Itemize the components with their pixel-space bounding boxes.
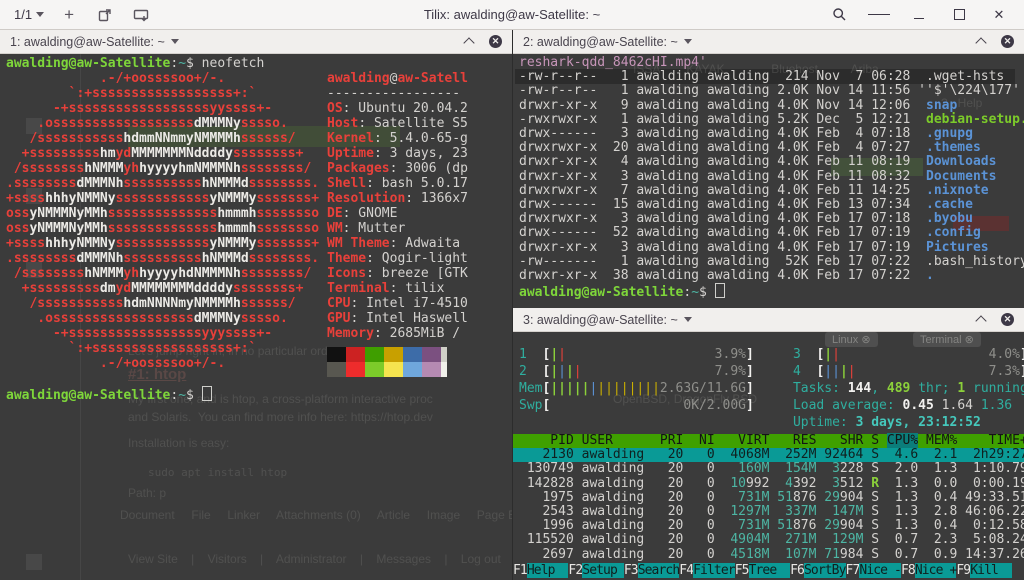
restore-button[interactable] xyxy=(948,4,970,26)
pane1-terminal-output[interactable]: awalding@aw-Satellite:~$ neofetch .-/+oo… xyxy=(0,56,319,403)
palette-swatch xyxy=(365,347,384,362)
palette-swatch xyxy=(403,362,422,377)
bleedthrough-shape xyxy=(26,554,42,570)
new-session-button[interactable]: + xyxy=(58,4,80,26)
window-title: Tilix: awalding@aw-Satellite: ~ xyxy=(214,7,810,22)
session-counter-dropdown[interactable]: 1/1 xyxy=(14,7,44,22)
palette-swatch xyxy=(384,362,403,377)
pane1-title: 1: awalding@aw-Satellite: ~ xyxy=(10,35,165,49)
bleedthrough-text: Linux ⊗ xyxy=(825,332,878,347)
palette-swatch xyxy=(346,347,365,362)
pane3-title-dropdown-icon[interactable] xyxy=(684,317,692,322)
palette-swatch xyxy=(384,347,403,362)
pane3-title: 3: awalding@aw-Satellite: ~ xyxy=(523,313,678,327)
bleedthrough-text: View Site | Visitors | Administrator | M… xyxy=(128,552,501,566)
chevron-down-icon xyxy=(36,12,44,17)
session-counter-label: 1/1 xyxy=(14,7,32,22)
minimize-button[interactable] xyxy=(908,4,930,26)
move-terminal-icon[interactable] xyxy=(130,4,152,26)
palette-swatch xyxy=(403,347,422,362)
palette-swatch xyxy=(327,347,346,362)
pane2-terminal-output[interactable]: reshark-qdd_8462cHI.mp4'-rw-r--r-- 1 awa… xyxy=(513,56,1024,300)
palette-swatch xyxy=(327,362,346,377)
bleedthrough-text: Document File Linker Attachments (0) Art… xyxy=(120,508,512,522)
palette-swatch xyxy=(365,362,384,377)
bleedthrough-text: Installation is easy: xyxy=(128,436,229,450)
palette-swatch xyxy=(422,362,441,377)
menu-icon[interactable] xyxy=(868,4,890,26)
pane2-header[interactable]: 2: awalding@aw-Satellite: ~ ✕ xyxy=(513,30,1024,54)
pane2-maximize-icon[interactable] xyxy=(975,37,986,48)
search-icon[interactable] xyxy=(828,4,850,26)
pane2-title-dropdown-icon[interactable] xyxy=(684,39,692,44)
bleedthrough-text: Path: p xyxy=(128,486,166,500)
pane3-header[interactable]: 3: awalding@aw-Satellite: ~ ✕ xyxy=(513,308,1024,332)
bleedthrough-text: and Solaris. You can find more info here… xyxy=(128,410,433,424)
open-new-window-icon[interactable] xyxy=(94,4,116,26)
pane3-close-icon[interactable]: ✕ xyxy=(1001,313,1014,326)
tilix-window: 1/1 + Tilix: awalding@aw-Satellite: ~ xyxy=(0,0,1024,580)
htop-process-table[interactable]: PID USER PRI NI VIRT RES SHR S CPU% MEM%… xyxy=(513,434,1024,562)
terminal-pane-3[interactable]: 3: awalding@aw-Satellite: ~ ✕ Linux ⊗ Ter… xyxy=(512,308,1024,580)
pane2-close-icon[interactable]: ✕ xyxy=(1001,35,1014,48)
pane1-maximize-icon[interactable] xyxy=(463,37,474,48)
terminal-pane-1[interactable]: 1: awalding@aw-Satellite: ~ ✕ Let's jump… xyxy=(0,30,512,580)
pane2-title: 2: awalding@aw-Satellite: ~ xyxy=(523,35,678,49)
pane1-header[interactable]: 1: awalding@aw-Satellite: ~ ✕ xyxy=(0,30,512,54)
neofetch-color-palette xyxy=(327,347,447,377)
terminal-pane-2[interactable]: 2: awalding@aw-Satellite: ~ ✕ ISSA KAYAK… xyxy=(512,30,1024,308)
pane1-title-dropdown-icon[interactable] xyxy=(171,39,179,44)
pane3-maximize-icon[interactable] xyxy=(975,315,986,326)
close-button[interactable]: ✕ xyxy=(988,4,1010,26)
htop-meters: 1 [|| 3.9%] 3 [|| 4.0%]2 [|||| 7.9%] 4 [… xyxy=(513,346,1024,431)
palette-swatch xyxy=(441,347,447,362)
palette-swatch xyxy=(441,362,447,377)
neofetch-system-info: awalding@aw-Satell-----------------OS: U… xyxy=(321,71,468,341)
htop-function-key-bar[interactable]: F1Help F2Setup F3SearchF4FilterF5Tree F6… xyxy=(513,563,1024,578)
bleedthrough-text: Terminal ⊗ xyxy=(913,332,981,347)
palette-swatch xyxy=(422,347,441,362)
pane1-close-icon[interactable]: ✕ xyxy=(489,35,502,48)
palette-swatch xyxy=(346,362,365,377)
window-titlebar: 1/1 + Tilix: awalding@aw-Satellite: ~ xyxy=(0,0,1024,30)
bleedthrough-text: sudo apt install htop xyxy=(148,466,287,479)
